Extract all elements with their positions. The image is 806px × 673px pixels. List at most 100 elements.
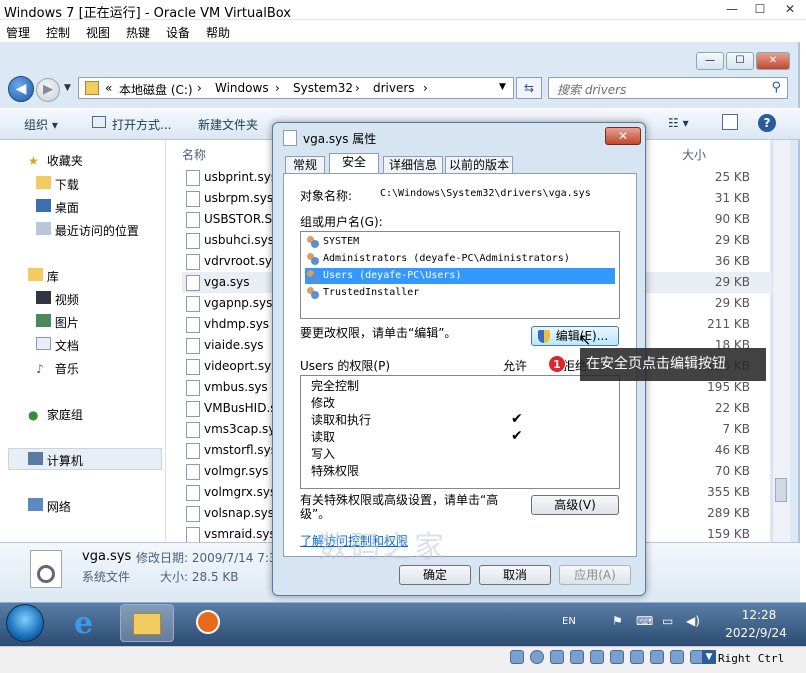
menu-manage[interactable]: 管理 (6, 24, 30, 41)
audio-icon[interactable] (550, 650, 564, 664)
users-icon (307, 236, 320, 248)
tab-security[interactable]: 安全 (329, 153, 379, 174)
address-overflow[interactable]: « (105, 81, 112, 95)
close-button[interactable]: ✕ (776, 0, 804, 18)
nav-network[interactable]: 网络 (28, 498, 71, 515)
column-header-name[interactable]: 名称 (182, 146, 206, 163)
shared-folder-icon[interactable] (610, 650, 624, 664)
explorer-close-button[interactable]: ✕ (756, 52, 790, 70)
address-dropdown-icon[interactable]: ▼ (499, 82, 506, 92)
usb-icon[interactable] (590, 650, 604, 664)
principal-item-selected[interactable]: Users (deyafe-PC\Users) (305, 268, 615, 284)
explorer-minimize-button[interactable]: — (696, 52, 724, 70)
principal-item[interactable]: TrustedInstaller (305, 285, 615, 301)
input-language-indicator[interactable]: EN (562, 616, 576, 627)
permission-name: 写入 (311, 447, 336, 461)
principal-item[interactable]: Administrators (deyafe-PC\Administrators… (305, 251, 615, 267)
open-with-icon (92, 116, 106, 128)
tab-details[interactable]: 详细信息 (383, 156, 443, 174)
nav-computer[interactable]: 计算机 (28, 452, 83, 469)
search-input[interactable]: 搜索 drivers ⚲ (548, 77, 788, 99)
file-size: 29 KB (714, 275, 750, 289)
nav-videos[interactable]: 视频 (36, 291, 79, 308)
breadcrumb-sep-icon[interactable]: › (197, 81, 202, 95)
minimize-button[interactable]: — (718, 0, 746, 18)
keyboard-icon[interactable]: ⌨ (636, 614, 653, 628)
tab-previous-versions[interactable]: 以前的版本 (445, 156, 513, 174)
hard-disk-icon[interactable] (510, 650, 524, 664)
menu-help[interactable]: 帮助 (206, 24, 230, 41)
nav-homegroup[interactable]: ● 家庭组 (28, 406, 83, 423)
tab-general[interactable]: 常规 (285, 156, 325, 174)
open-with-button[interactable]: 打开方式... (112, 116, 171, 133)
nav-recent[interactable]: 最近访问的位置 (36, 222, 139, 239)
nav-downloads[interactable]: 下载 (36, 176, 79, 193)
scrollbar-thumb[interactable] (775, 478, 787, 502)
details-modified: 修改日期: 2009/7/14 7:3 (136, 551, 277, 565)
file-icon (186, 506, 200, 522)
flag-icon[interactable]: ⚑ (612, 614, 623, 628)
internet-explorer-icon[interactable]: e (64, 604, 114, 642)
new-folder-button[interactable]: 新建文件夹 (198, 116, 258, 133)
breadcrumb-system32[interactable]: System32 (293, 81, 353, 95)
breadcrumb-windows[interactable]: Windows (215, 81, 269, 95)
clock-time[interactable]: 12:28 (724, 608, 794, 622)
apply-button[interactable]: 应用(A) (559, 565, 631, 585)
nav-documents[interactable]: 文档 (36, 337, 79, 354)
breadcrumb-drivers[interactable]: drivers (373, 81, 415, 95)
menu-control[interactable]: 控制 (46, 24, 70, 41)
clock-date[interactable]: 2022/9/24 (716, 626, 796, 640)
forward-arrow-icon[interactable]: ▶ (36, 78, 60, 102)
edit-button[interactable]: 编辑(E)... (531, 326, 619, 346)
nav-favorites[interactable]: ★ 收藏夹 (28, 152, 83, 169)
system-file-icon (30, 550, 62, 588)
search-placeholder: 搜索 drivers (557, 83, 627, 97)
preview-pane-icon[interactable] (722, 114, 738, 130)
dialog-close-button[interactable]: ✕ (605, 127, 641, 145)
explorer-taskbar-icon[interactable] (120, 604, 174, 642)
media-player-icon[interactable] (184, 604, 234, 642)
cancel-button[interactable]: 取消 (479, 565, 551, 585)
menu-hotkey[interactable]: 热键 (126, 24, 150, 41)
nav-music[interactable]: ♪ 音乐 (36, 360, 79, 377)
file-name: vdrvroot.sys (204, 254, 279, 268)
advanced-button[interactable]: 高级(V) (531, 495, 619, 515)
column-header-size[interactable]: 大小 (682, 146, 706, 163)
permission-name: 特殊权限 (311, 464, 360, 478)
maximize-button[interactable]: ☐ (746, 0, 774, 18)
ok-button[interactable]: 确定 (399, 565, 471, 585)
breadcrumb-drive[interactable]: 本地磁盘 (C:) (119, 81, 193, 98)
optical-drive-icon[interactable] (530, 650, 544, 664)
cpu-icon[interactable] (670, 650, 684, 664)
windows-start-icon[interactable] (6, 604, 44, 642)
network-tray-icon[interactable]: ▭ (662, 614, 673, 628)
history-dropdown-icon[interactable]: ▼ (64, 83, 71, 93)
permission-row: 读取 (311, 428, 335, 445)
volume-icon[interactable]: ◀) (686, 614, 700, 628)
file-icon (186, 359, 200, 375)
principal-item[interactable]: SYSTEM (305, 234, 615, 250)
search-icon[interactable]: ⚲ (771, 80, 781, 95)
menu-devices[interactable]: 设备 (166, 24, 190, 41)
help-icon[interactable]: ? (758, 114, 776, 132)
breadcrumb-sep-icon[interactable]: › (355, 81, 360, 95)
back-arrow-icon[interactable]: ◀ (8, 76, 34, 102)
breadcrumb-sep-icon[interactable]: › (275, 81, 280, 95)
view-options-icon[interactable]: ☷ ▾ (668, 116, 689, 130)
recording-icon[interactable] (650, 650, 664, 664)
menu-view[interactable]: 视图 (86, 24, 110, 41)
nav-pictures[interactable]: 图片 (36, 314, 79, 331)
watermark: 数码之家 (318, 530, 446, 565)
refresh-icon[interactable]: ⇆ (516, 77, 542, 99)
network-adapter-icon[interactable] (570, 650, 584, 664)
organize-button[interactable]: 组织 ▾ (24, 116, 58, 133)
address-bar[interactable]: « 本地磁盘 (C:) › Windows › System32 › drive… (78, 77, 514, 99)
display-icon[interactable] (630, 650, 644, 664)
details-size: 大小: 28.5 KB (160, 570, 239, 584)
principals-list[interactable]: SYSTEM Administrators (deyafe-PC\Adminis… (300, 231, 620, 319)
nav-desktop[interactable]: 桌面 (36, 199, 79, 216)
breadcrumb-sep-icon[interactable]: › (423, 81, 428, 95)
file-icon (186, 380, 200, 396)
explorer-maximize-button[interactable]: ☐ (726, 52, 754, 70)
nav-libraries[interactable]: 库 (28, 268, 59, 285)
